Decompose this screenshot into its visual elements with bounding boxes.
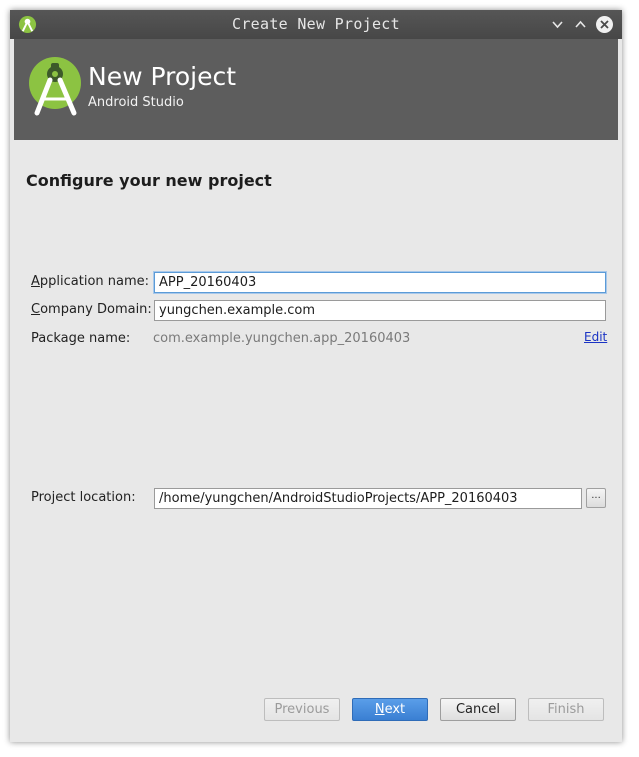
package-name-value: com.example.yungchen.app_20160403 [153, 331, 411, 346]
cancel-button[interactable]: Cancel [440, 698, 516, 721]
close-icon[interactable] [595, 15, 614, 34]
next-label: ext [384, 702, 406, 717]
browse-location-button[interactable]: ... [586, 488, 606, 508]
company-domain-mnemonic: C [31, 302, 41, 317]
application-name-mnemonic: A [31, 274, 40, 289]
title-bar: Create New Project [10, 10, 622, 39]
previous-button[interactable]: Previous [264, 698, 340, 721]
minimize-icon[interactable] [548, 15, 567, 34]
project-location-input[interactable] [154, 488, 582, 509]
header-banner: New Project Android Studio [14, 39, 618, 140]
package-name-label: Package name: [31, 331, 131, 346]
maximize-icon[interactable] [571, 15, 590, 34]
company-domain-input[interactable] [154, 300, 606, 321]
page-heading: Configure your new project [26, 171, 272, 190]
android-studio-logo-icon [29, 57, 81, 116]
company-domain-label: Company Domain: [31, 302, 152, 317]
application-name-label-text: pplication name: [39, 274, 150, 289]
finish-button[interactable]: Finish [528, 698, 604, 721]
application-name-label: Application name: [31, 274, 149, 289]
next-mnemonic: N [374, 702, 385, 717]
banner-title: New Project [88, 62, 237, 91]
company-domain-label-text: ompany Domain: [40, 302, 152, 317]
application-name-input[interactable] [154, 272, 606, 293]
project-location-label: Project location: [31, 490, 136, 505]
banner-subtitle: Android Studio [88, 95, 184, 110]
window-title: Create New Project [232, 15, 400, 33]
edit-package-link[interactable]: Edit [584, 330, 607, 344]
next-button[interactable]: Next [352, 698, 428, 721]
create-project-dialog: Create New Project New Project Android S… [10, 10, 622, 742]
